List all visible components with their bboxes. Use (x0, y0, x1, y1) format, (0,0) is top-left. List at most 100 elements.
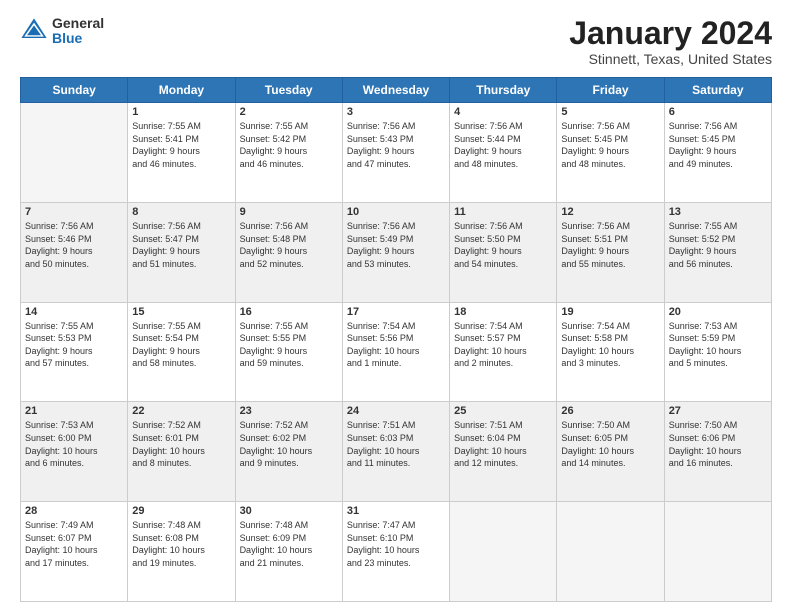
daylight-line1: Daylight: 10 hours (25, 445, 123, 458)
daylight-line1: Daylight: 9 hours (240, 245, 338, 258)
daylight-line1: Daylight: 9 hours (669, 245, 767, 258)
daylight-line1: Daylight: 10 hours (132, 445, 230, 458)
day-number: 24 (347, 405, 445, 417)
sunset-text: Sunset: 6:09 PM (240, 532, 338, 545)
daylight-line1: Daylight: 9 hours (240, 345, 338, 358)
header-tuesday: Tuesday (235, 78, 342, 103)
sunset-text: Sunset: 5:47 PM (132, 233, 230, 246)
table-row: 10Sunrise: 7:56 AMSunset: 5:49 PMDayligh… (342, 202, 449, 302)
sunrise-text: Sunrise: 7:56 AM (561, 220, 659, 233)
sunrise-text: Sunrise: 7:54 AM (454, 320, 552, 333)
sunset-text: Sunset: 5:45 PM (561, 133, 659, 146)
table-row: 14Sunrise: 7:55 AMSunset: 5:53 PMDayligh… (21, 302, 128, 402)
day-number: 13 (669, 206, 767, 218)
daylight-line1: Daylight: 10 hours (347, 345, 445, 358)
logo: General Blue (20, 16, 104, 47)
sunrise-text: Sunrise: 7:56 AM (347, 220, 445, 233)
day-number: 3 (347, 106, 445, 118)
sunrise-text: Sunrise: 7:55 AM (240, 120, 338, 133)
day-info: Sunrise: 7:48 AMSunset: 6:08 PMDaylight:… (132, 519, 230, 569)
day-number: 5 (561, 106, 659, 118)
table-row: 4Sunrise: 7:56 AMSunset: 5:44 PMDaylight… (450, 103, 557, 203)
calendar-week-row: 28Sunrise: 7:49 AMSunset: 6:07 PMDayligh… (21, 502, 772, 602)
daylight-line1: Daylight: 9 hours (132, 345, 230, 358)
day-info: Sunrise: 7:56 AMSunset: 5:49 PMDaylight:… (347, 220, 445, 270)
logo-text: General Blue (52, 16, 104, 47)
table-row: 22Sunrise: 7:52 AMSunset: 6:01 PMDayligh… (128, 402, 235, 502)
table-row: 5 Sunrise: 7:56 AMSunset: 5:45 PMDaylight… (557, 103, 664, 203)
sunset-text: Sunset: 6:06 PM (669, 432, 767, 445)
sunrise-text: Sunrise: 7:55 AM (132, 120, 230, 133)
day-info: Sunrise: 7:54 AMSunset: 5:58 PMDaylight:… (561, 320, 659, 370)
daylight-line2: and 46 minutes. (132, 158, 230, 171)
header-friday: Friday (557, 78, 664, 103)
day-number: 15 (132, 306, 230, 318)
day-number: 31 (347, 505, 445, 517)
sunset-text: Sunset: 6:05 PM (561, 432, 659, 445)
day-number: 7 (25, 206, 123, 218)
table-row (21, 103, 128, 203)
sunset-text: Sunset: 6:07 PM (25, 532, 123, 545)
sunrise-text: Sunrise: 7:54 AM (347, 320, 445, 333)
daylight-line2: and 47 minutes. (347, 158, 445, 171)
daylight-line2: and 51 minutes. (132, 258, 230, 271)
day-number: 20 (669, 306, 767, 318)
daylight-line1: Daylight: 10 hours (240, 544, 338, 557)
sunset-text: Sunset: 6:03 PM (347, 432, 445, 445)
sunset-text: Sunset: 6:00 PM (25, 432, 123, 445)
daylight-line1: Daylight: 9 hours (240, 145, 338, 158)
day-number: 16 (240, 306, 338, 318)
table-row: 29Sunrise: 7:48 AMSunset: 6:08 PMDayligh… (128, 502, 235, 602)
sunrise-text: Sunrise: 7:53 AM (669, 320, 767, 333)
daylight-line1: Daylight: 10 hours (561, 345, 659, 358)
daylight-line2: and 55 minutes. (561, 258, 659, 271)
day-info: Sunrise: 7:52 AMSunset: 6:02 PMDaylight:… (240, 419, 338, 469)
day-info: Sunrise: 7:49 AMSunset: 6:07 PMDaylight:… (25, 519, 123, 569)
sunrise-text: Sunrise: 7:56 AM (561, 120, 659, 133)
daylight-line2: and 16 minutes. (669, 457, 767, 470)
sunset-text: Sunset: 5:42 PM (240, 133, 338, 146)
table-row: 13 Sunrise: 7:55 AMSunset: 5:52 PMDayligh… (664, 202, 771, 302)
sunset-text: Sunset: 5:44 PM (454, 133, 552, 146)
daylight-line1: Daylight: 10 hours (347, 445, 445, 458)
daylight-line1: Daylight: 10 hours (669, 445, 767, 458)
sunrise-text: Sunrise: 7:53 AM (25, 419, 123, 432)
sunrise-text: Sunrise: 7:55 AM (132, 320, 230, 333)
daylight-line2: and 2 minutes. (454, 357, 552, 370)
day-info: Sunrise: 7:51 AMSunset: 6:03 PMDaylight:… (347, 419, 445, 469)
table-row: 21Sunrise: 7:53 AMSunset: 6:00 PMDayligh… (21, 402, 128, 502)
sunset-text: Sunset: 6:08 PM (132, 532, 230, 545)
calendar-week-row: 7Sunrise: 7:56 AMSunset: 5:46 PMDaylight… (21, 202, 772, 302)
daylight-line2: and 1 minute. (347, 357, 445, 370)
daylight-line2: and 23 minutes. (347, 557, 445, 570)
table-row: 19Sunrise: 7:54 AMSunset: 5:58 PMDayligh… (557, 302, 664, 402)
calendar-week-row: 14Sunrise: 7:55 AMSunset: 5:53 PMDayligh… (21, 302, 772, 402)
daylight-line2: and 58 minutes. (132, 357, 230, 370)
day-info: Sunrise: 7:55 AMSunset: 5:42 PMDaylight:… (240, 120, 338, 170)
table-row: 2Sunrise: 7:55 AMSunset: 5:42 PMDaylight… (235, 103, 342, 203)
daylight-line1: Daylight: 9 hours (25, 345, 123, 358)
sunset-text: Sunset: 5:49 PM (347, 233, 445, 246)
sunset-text: Sunset: 5:50 PM (454, 233, 552, 246)
day-number: 1 (132, 106, 230, 118)
header: General Blue January 2024 Stinnett, Texa… (20, 16, 772, 67)
day-info: Sunrise: 7:52 AMSunset: 6:01 PMDaylight:… (132, 419, 230, 469)
sunrise-text: Sunrise: 7:56 AM (25, 220, 123, 233)
day-number: 23 (240, 405, 338, 417)
table-row: 6Sunrise: 7:56 AMSunset: 5:45 PMDaylight… (664, 103, 771, 203)
table-row: 27Sunrise: 7:50 AMSunset: 6:06 PMDayligh… (664, 402, 771, 502)
day-info: Sunrise: 7:55 AMSunset: 5:52 PMDaylight:… (669, 220, 767, 270)
day-info: Sunrise: 7:56 AMSunset: 5:44 PMDaylight:… (454, 120, 552, 170)
sunset-text: Sunset: 5:46 PM (25, 233, 123, 246)
day-info: Sunrise: 7:53 AMSunset: 6:00 PMDaylight:… (25, 419, 123, 469)
daylight-line2: and 21 minutes. (240, 557, 338, 570)
sunset-text: Sunset: 5:51 PM (561, 233, 659, 246)
table-row: 3Sunrise: 7:56 AMSunset: 5:43 PMDaylight… (342, 103, 449, 203)
sunrise-text: Sunrise: 7:56 AM (669, 120, 767, 133)
day-info: Sunrise: 7:50 AMSunset: 6:06 PMDaylight:… (669, 419, 767, 469)
daylight-line2: and 6 minutes. (25, 457, 123, 470)
title-block: January 2024 Stinnett, Texas, United Sta… (569, 16, 772, 67)
table-row: 9Sunrise: 7:56 AMSunset: 5:48 PMDaylight… (235, 202, 342, 302)
sunset-text: Sunset: 6:01 PM (132, 432, 230, 445)
daylight-line1: Daylight: 9 hours (561, 145, 659, 158)
